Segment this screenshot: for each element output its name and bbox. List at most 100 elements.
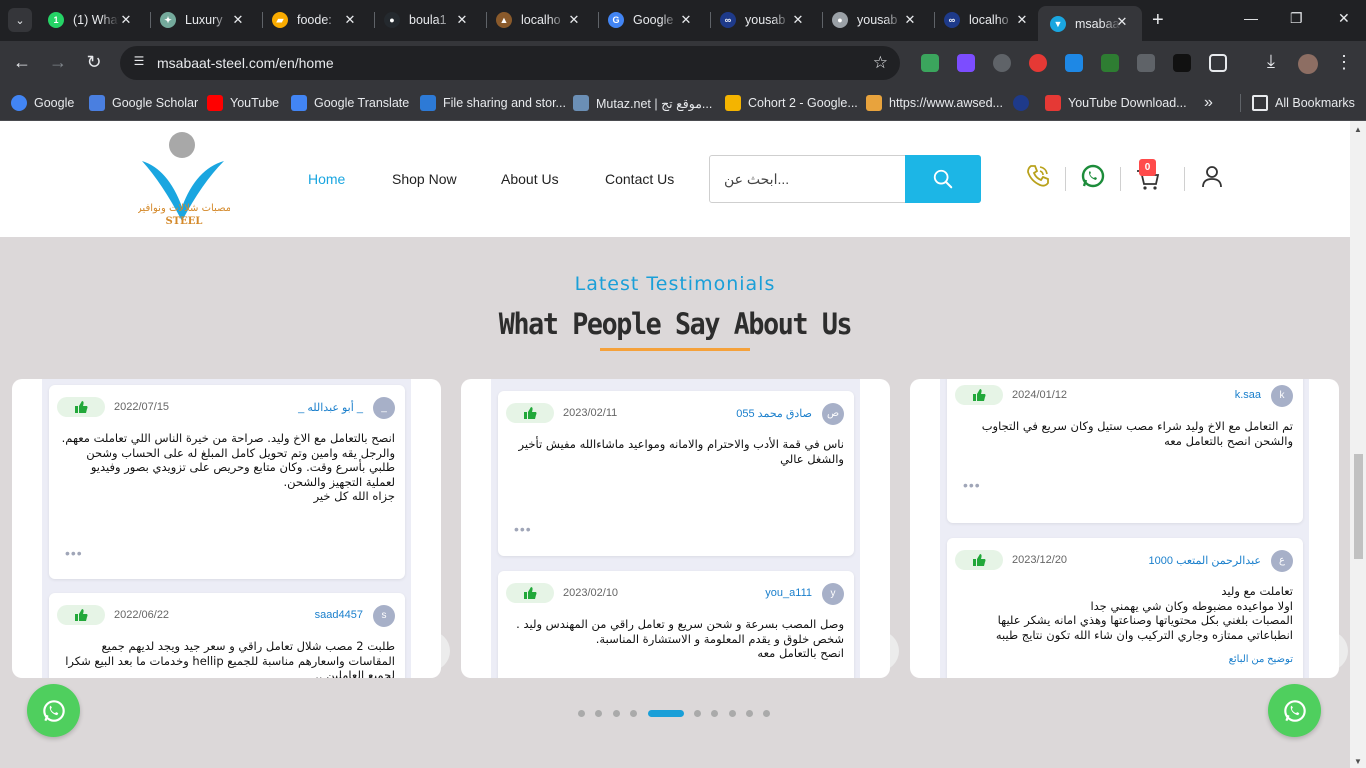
browser-tab[interactable]: ✦ Luxury ✕ — [152, 6, 258, 34]
site-logo[interactable]: مصبات شلالات ونوافير STEEL — [138, 129, 230, 229]
like-button[interactable] — [57, 397, 105, 417]
tab-close-icon[interactable]: ✕ — [790, 12, 806, 28]
tab-close-icon[interactable]: ✕ — [566, 12, 582, 28]
more-options-icon[interactable]: ••• — [514, 521, 532, 537]
slider-dot[interactable] — [595, 710, 602, 717]
browser-tab[interactable]: ▰ foode: ✕ — [264, 6, 370, 34]
slider-dot[interactable] — [729, 710, 736, 717]
bookmarks-overflow-button[interactable]: » — [1204, 93, 1213, 113]
bookmark-star-icon[interactable]: ☆ — [873, 53, 888, 73]
tab-close-icon[interactable]: ✕ — [678, 12, 694, 28]
forward-button[interactable]: → — [47, 52, 69, 72]
nav-contact-us[interactable]: Contact Us — [605, 171, 674, 187]
close-window-button[interactable]: ✕ — [1338, 10, 1350, 27]
tab-close-icon[interactable]: ✕ — [1014, 12, 1030, 28]
slider-dot[interactable] — [711, 710, 718, 717]
extension-icon[interactable] — [1065, 54, 1083, 72]
search-button[interactable] — [905, 155, 981, 203]
extensions-puzzle-icon[interactable] — [1209, 54, 1227, 72]
tab-close-icon[interactable]: ✕ — [1114, 14, 1130, 30]
reviewer-name[interactable]: k.saa — [1235, 389, 1261, 401]
extension-icon[interactable] — [1101, 54, 1119, 72]
tab-close-icon[interactable]: ✕ — [902, 12, 918, 28]
site-info-icon[interactable]: ☰ — [130, 54, 148, 72]
menu-kebab-icon[interactable]: ⋮ — [1333, 52, 1355, 72]
tab-search-button[interactable]: ⌄ — [8, 8, 32, 32]
all-bookmarks-button[interactable]: All Bookmarks — [1252, 93, 1355, 113]
whatsapp-float-button-right[interactable] — [1268, 684, 1321, 737]
browser-tab[interactable]: ∞ localho ✕ — [936, 6, 1042, 34]
reviewer-name[interactable]: you_a111 — [765, 587, 812, 599]
bookmark-item[interactable]: File sharing and stor... — [420, 93, 566, 113]
like-button[interactable] — [955, 550, 1003, 570]
slider-dot[interactable] — [694, 710, 701, 717]
user-account-icon[interactable] — [1199, 163, 1225, 189]
whatsapp-icon[interactable] — [1080, 163, 1106, 189]
like-button[interactable] — [955, 385, 1003, 405]
bookmark-item[interactable]: https://www.awsed... — [866, 93, 1003, 113]
nav-shop-now[interactable]: Shop Now — [392, 171, 457, 187]
bookmark-item[interactable]: YouTube Download... — [1045, 93, 1187, 113]
bookmark-item[interactable]: Google Scholar — [89, 93, 198, 113]
browser-tab[interactable]: ▲ localho ✕ — [488, 6, 594, 34]
browser-tab[interactable]: ∞ yousab ✕ — [712, 6, 818, 34]
slider-dot[interactable] — [630, 710, 637, 717]
extension-icon[interactable] — [957, 54, 975, 72]
reviewer-name[interactable]: صادق محمد 055 — [736, 407, 812, 420]
bookmark-item[interactable]: Google Translate — [291, 93, 409, 113]
browser-tab[interactable]: 1 (1) WhatsApp✕ — [40, 6, 146, 34]
scrollbar-thumb[interactable] — [1354, 454, 1363, 559]
scroll-down-arrow[interactable]: ▼ — [1354, 757, 1362, 766]
testimonial-scroll-area[interactable]: 2023/02/11 صادق محمد 055 ص ناس في قمة الأدب… — [491, 379, 860, 678]
slider-dot[interactable] — [613, 710, 620, 717]
phone-icon[interactable] — [1025, 163, 1051, 189]
bookmark-item[interactable]: Google — [11, 93, 74, 113]
bookmark-item[interactable]: Cohort 2 - Google... — [725, 93, 858, 113]
seller-reply-link[interactable]: توضيح من البائع — [1229, 654, 1293, 665]
new-tab-button[interactable]: + — [1152, 10, 1164, 30]
url-text[interactable]: msabaat-steel.com/en/home — [157, 55, 334, 71]
extension-icon[interactable] — [921, 54, 939, 72]
extension-icon[interactable] — [1173, 54, 1191, 72]
extension-icon[interactable] — [993, 54, 1011, 72]
like-button[interactable] — [506, 403, 554, 423]
reviewer-name[interactable]: _ أبو عبدالله _ — [298, 401, 363, 414]
tab-close-icon[interactable]: ✕ — [454, 12, 470, 28]
reload-button[interactable]: ↻ — [83, 52, 105, 72]
bookmark-item[interactable]: Mutaz.net | موقع تج... — [573, 93, 712, 113]
page-scrollbar[interactable]: ▲ ▼ — [1350, 121, 1366, 768]
like-button[interactable] — [57, 605, 105, 625]
slider-dot[interactable] — [648, 710, 684, 717]
slider-dot[interactable] — [578, 710, 585, 717]
browser-tab[interactable]: ● boula1 ✕ — [376, 6, 482, 34]
nav-home[interactable]: Home — [308, 171, 345, 187]
tab-close-icon[interactable]: ✕ — [342, 12, 358, 28]
more-options-icon[interactable]: ••• — [65, 545, 83, 561]
testimonial-scroll-area[interactable]: 2024/01/12 k.saa k تم التعامل مع الاخ وليد … — [940, 379, 1309, 678]
tab-close-icon[interactable]: ✕ — [118, 12, 134, 28]
reviewer-name[interactable]: saad4457 — [315, 609, 363, 621]
download-icon[interactable]: ⤓ — [1260, 51, 1282, 71]
extension-icon[interactable] — [1029, 54, 1047, 72]
bookmark-item[interactable] — [1013, 93, 1036, 113]
back-button[interactable]: ← — [11, 52, 33, 72]
slider-dot[interactable] — [746, 710, 753, 717]
reviewer-name[interactable]: عبدالرحمن المتعب 1000 — [1149, 554, 1261, 567]
testimonial-scroll-area[interactable]: 2022/07/15 _ أبو عبدالله _ _ انصح بالتعامل … — [42, 379, 411, 678]
search-input[interactable] — [710, 156, 906, 202]
profile-avatar[interactable] — [1298, 54, 1318, 74]
whatsapp-float-button-left[interactable] — [27, 684, 80, 737]
bookmark-item[interactable]: YouTube — [207, 93, 279, 113]
minimize-button[interactable]: — — [1244, 10, 1258, 26]
restore-button[interactable]: ❐ — [1290, 10, 1303, 27]
like-button[interactable] — [506, 583, 554, 603]
more-options-icon[interactable]: ••• — [963, 477, 981, 493]
address-bar[interactable]: ☰ msabaat-steel.com/en/home ☆ — [120, 46, 900, 80]
scroll-up-arrow[interactable]: ▲ — [1354, 125, 1362, 134]
browser-tab[interactable]: ▼ msabaa ✕ — [1038, 6, 1142, 41]
slider-dot[interactable] — [763, 710, 770, 717]
extension-icon[interactable] — [1137, 54, 1155, 72]
nav-about-us[interactable]: About Us — [501, 171, 559, 187]
browser-tab[interactable]: ● yousab ✕ — [824, 6, 930, 34]
tab-close-icon[interactable]: ✕ — [230, 12, 246, 28]
